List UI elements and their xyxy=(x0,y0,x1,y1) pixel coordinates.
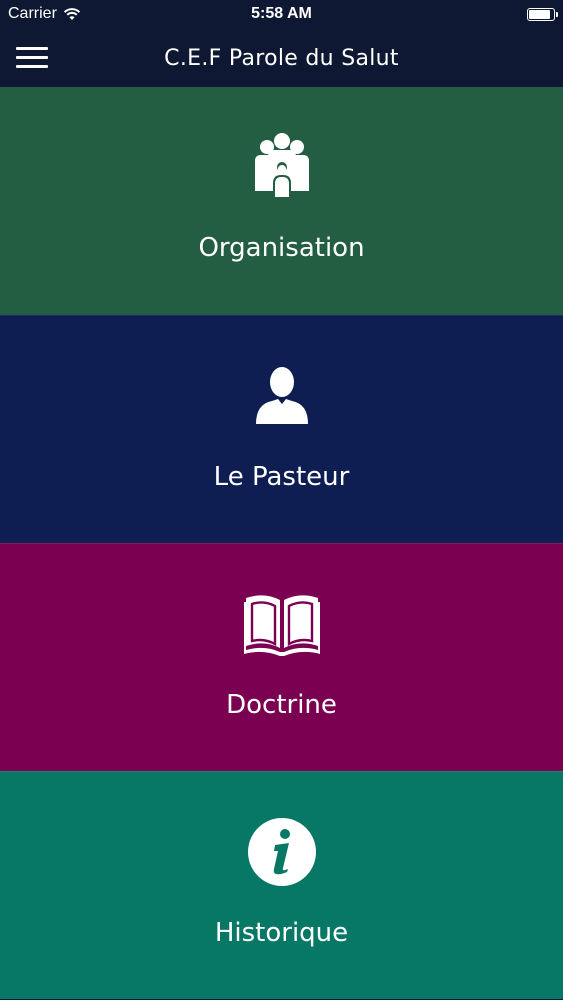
page-title: C.E.F Parole du Salut xyxy=(164,46,399,71)
tile-label: Le Pasteur xyxy=(213,462,350,492)
battery-icon xyxy=(527,8,558,21)
book-icon xyxy=(243,595,320,656)
battery-fill xyxy=(529,10,550,19)
person-icon xyxy=(255,367,308,424)
status-time: 5:58 AM xyxy=(251,5,312,22)
tile-label: Historique xyxy=(214,918,349,948)
nav-bar: C.E.F Parole du Salut xyxy=(0,30,563,87)
tile-organisation[interactable]: Organisation xyxy=(0,87,563,315)
tile-historique[interactable]: Historique xyxy=(0,771,563,999)
tile-label: Organisation xyxy=(198,233,365,263)
tile-menu: Organisation Le Pasteur Doctrine Histori… xyxy=(0,87,563,1000)
tile-le-pasteur[interactable]: Le Pasteur xyxy=(0,315,563,543)
status-bar: Carrier 5:58 AM xyxy=(0,0,563,30)
info-icon xyxy=(247,818,316,886)
tile-icon-wrap xyxy=(0,816,563,888)
tile-icon-wrap xyxy=(0,131,563,203)
tile-label: Doctrine xyxy=(226,690,337,720)
tile-icon-wrap xyxy=(0,360,563,432)
group-icon xyxy=(254,133,309,197)
tile-icon-wrap xyxy=(0,588,563,660)
tile-doctrine[interactable]: Doctrine xyxy=(0,543,563,771)
